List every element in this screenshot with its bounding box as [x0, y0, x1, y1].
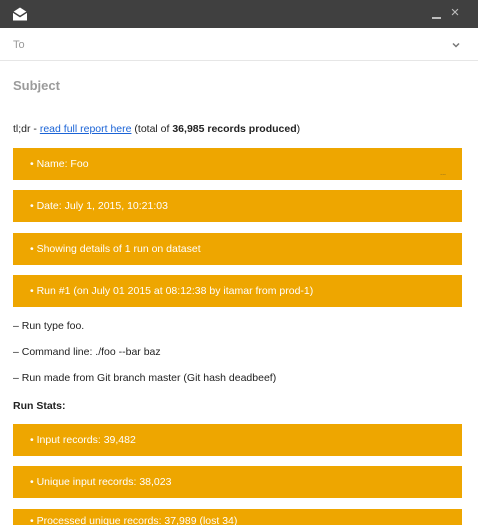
summary-suffix: )	[296, 123, 301, 135]
envelope-open-icon	[12, 7, 28, 21]
name-bar-text: • Name: Foo	[30, 158, 89, 170]
records-count: 36,985 records produced	[172, 123, 297, 135]
summary-prefix: tl;dr -	[13, 123, 40, 135]
run-type-line: – Run type foo.	[13, 320, 85, 332]
summary-middle: (total of	[131, 123, 173, 135]
dataset-bar-text: • Showing details of 1 run on dataset	[30, 243, 201, 255]
compose-titlebar: ×	[0, 0, 478, 28]
run-stats-heading: Run Stats:	[13, 400, 66, 412]
git-line: – Run made from Git branch master (Git h…	[13, 372, 277, 384]
input-records-text: • Input records: 39,482	[30, 434, 136, 446]
unique-records-text: • Unique input records: 38,023	[30, 476, 172, 488]
minimize-icon[interactable]	[431, 8, 443, 20]
chevron-down-icon[interactable]	[450, 39, 462, 51]
input-records-bar: • Input records: 39,482	[13, 424, 462, 456]
name-bar: • Name: Foo ...	[13, 148, 462, 180]
dataset-bar: • Showing details of 1 run on dataset	[13, 233, 462, 265]
processed-records-text: • Processed unique records: 37,989 (lost…	[30, 515, 238, 525]
command-line: – Command line: ./foo --bar baz	[13, 346, 161, 358]
summary-line: tl;dr - read full report here (total of …	[13, 123, 300, 135]
close-icon[interactable]: ×	[448, 4, 462, 22]
to-label: To	[13, 39, 25, 51]
run-bar: • Run #1 (on July 01 2015 at 08:12:38 by…	[13, 275, 462, 307]
full-report-link[interactable]: read full report here	[40, 123, 132, 135]
date-bar-text: • Date: July 1, 2015, 10:21:03	[30, 200, 168, 212]
date-bar: • Date: July 1, 2015, 10:21:03	[13, 190, 462, 222]
to-field[interactable]: To	[0, 28, 478, 61]
run-bar-text: • Run #1 (on July 01 2015 at 08:12:38 by…	[30, 285, 314, 297]
subject-field[interactable]: Subject	[13, 78, 60, 93]
processed-records-bar: • Processed unique records: 37,989 (lost…	[13, 509, 462, 525]
overflow-mark: ...	[440, 170, 446, 177]
unique-records-bar: • Unique input records: 38,023	[13, 466, 462, 498]
